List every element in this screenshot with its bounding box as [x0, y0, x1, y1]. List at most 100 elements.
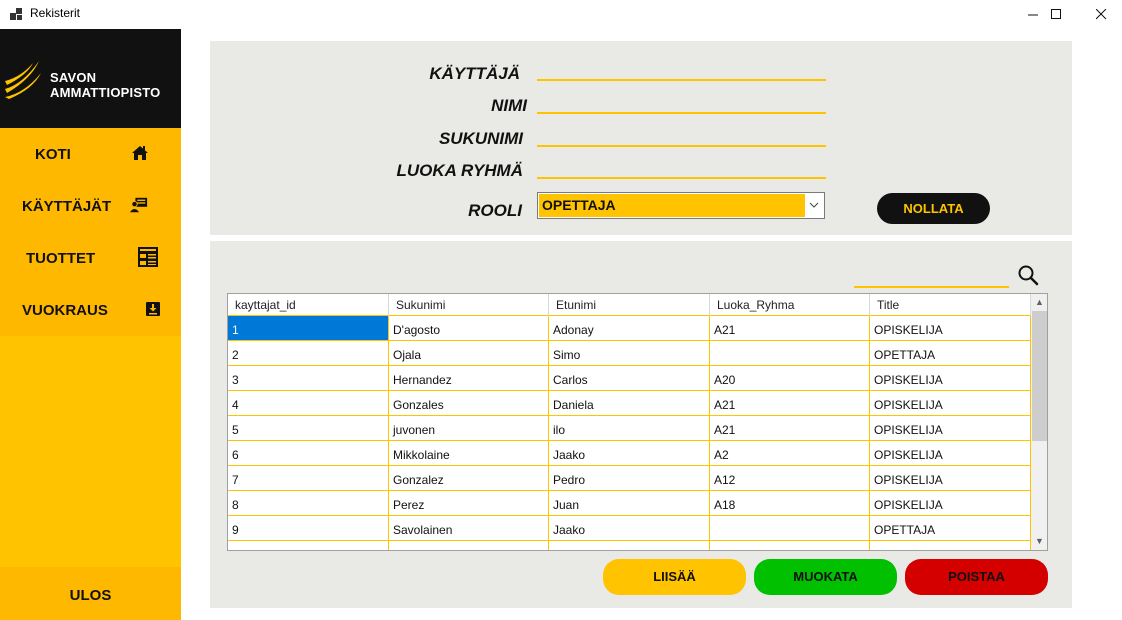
- cell-sukunimi[interactable]: juvonen: [389, 416, 549, 441]
- cell-id[interactable]: 9: [228, 516, 389, 541]
- cell-title[interactable]: OPISKELIJA: [870, 416, 1031, 441]
- scroll-down-icon[interactable]: ▼: [1031, 533, 1047, 550]
- column-header-etunimi[interactable]: Etunimi: [549, 294, 710, 316]
- sidebar-item-label: TUOTTET: [26, 250, 96, 267]
- cell-etunimi[interactable]: Daniela: [549, 391, 710, 416]
- cell-title[interactable]: OPISKELIJA: [870, 491, 1031, 516]
- cell-luoka-ryhma[interactable]: A21: [710, 316, 870, 341]
- cell-etunimi[interactable]: Carlos: [549, 366, 710, 391]
- users-table: kayttajat_id Sukunimi Etunimi Luoka_Ryhm…: [227, 293, 1048, 551]
- sidebar-item-kayttajat[interactable]: KÄYTTÄJÄT: [0, 180, 181, 232]
- table-row[interactable]: 2 Ojala Simo OPETTAJA: [228, 341, 1031, 366]
- maximize-button[interactable]: [1033, 0, 1079, 29]
- cell-luoka-ryhma[interactable]: A21: [710, 391, 870, 416]
- column-header-kayttajat-id[interactable]: kayttajat_id: [228, 294, 389, 316]
- sukunimi-underline: [537, 145, 826, 147]
- cell-luoka-ryhma[interactable]: A18: [710, 491, 870, 516]
- cell-luoka-ryhma[interactable]: [710, 516, 870, 541]
- cell-etunimi[interactable]: Adonay: [549, 316, 710, 341]
- table-row[interactable]: 3 Hernandez Carlos A20 OPISKELIJA: [228, 366, 1031, 391]
- reset-button[interactable]: NOLLATA: [877, 193, 990, 224]
- cell-id[interactable]: 2: [228, 341, 389, 366]
- logout-label: ULOS: [69, 587, 112, 604]
- cell-id[interactable]: 10: [228, 541, 389, 550]
- window-titlebar: Rekisterit: [0, 0, 1122, 29]
- table-row[interactable]: 1 D'agosto Adonay A21 OPISKELIJA: [228, 316, 1031, 341]
- table-scrollbar[interactable]: ▲ ▼: [1031, 294, 1047, 550]
- cell-title[interactable]: OPETTAJA: [870, 541, 1031, 550]
- cell-sukunimi[interactable]: Gonzalez: [389, 466, 549, 491]
- cell-sukunimi[interactable]: Gonzales: [389, 391, 549, 416]
- cell-sukunimi[interactable]: [389, 541, 549, 550]
- cell-title[interactable]: OPISKELIJA: [870, 466, 1031, 491]
- cell-sukunimi[interactable]: Hernandez: [389, 366, 549, 391]
- kayttaja-label: KÄYTTÄJÄ: [429, 64, 520, 83]
- cell-title[interactable]: OPETTAJA: [870, 341, 1031, 366]
- cell-title[interactable]: OPISKELIJA: [870, 391, 1031, 416]
- kayttaja-field[interactable]: [537, 60, 826, 80]
- sidebar-item-vuokraus[interactable]: VUOKRAUS: [0, 284, 181, 336]
- cell-luoka-ryhma[interactable]: A2: [710, 441, 870, 466]
- cell-id[interactable]: 3: [228, 366, 389, 391]
- cell-title[interactable]: OPETTAJA: [870, 516, 1031, 541]
- edit-button[interactable]: MUOKATA: [754, 559, 897, 595]
- table-row[interactable]: 5 juvonen ilo A21 OPISKELIJA: [228, 416, 1031, 441]
- download-icon: [146, 302, 160, 316]
- scrollbar-thumb[interactable]: [1032, 311, 1047, 441]
- rooli-selected-value: OPETTAJA: [539, 194, 805, 217]
- nimi-underline: [537, 112, 826, 114]
- search-input[interactable]: [854, 265, 1009, 285]
- close-window-button[interactable]: [1078, 0, 1122, 29]
- sukunimi-label: SUKUNIMI: [438, 129, 523, 148]
- table-row[interactable]: 7 Gonzalez Pedro A12 OPISKELIJA: [228, 466, 1031, 491]
- column-header-sukunimi[interactable]: Sukunimi: [389, 294, 549, 316]
- table-header: kayttajat_id Sukunimi Etunimi Luoka_Ryhm…: [228, 294, 1031, 316]
- search-icon[interactable]: [1017, 264, 1039, 286]
- maximize-icon: [1050, 9, 1061, 19]
- column-header-luoka-ryhma[interactable]: Luoka_Ryhma: [710, 294, 870, 316]
- luokka-ryhma-field[interactable]: [537, 156, 826, 176]
- add-button[interactable]: LIISÄÄ: [603, 559, 746, 595]
- cell-etunimi[interactable]: [549, 541, 710, 550]
- column-header-title[interactable]: Title: [870, 294, 1031, 316]
- cell-etunimi[interactable]: Jaako: [549, 516, 710, 541]
- cell-luoka-ryhma[interactable]: [710, 341, 870, 366]
- table-row[interactable]: 4 Gonzales Daniela A21 OPISKELIJA: [228, 391, 1031, 416]
- cell-title[interactable]: OPISKELIJA: [870, 316, 1031, 341]
- cell-luoka-ryhma[interactable]: A12: [710, 466, 870, 491]
- table-row[interactable]: 9 Savolainen Jaako OPETTAJA: [228, 516, 1031, 541]
- cell-id[interactable]: 5: [228, 416, 389, 441]
- cell-etunimi[interactable]: Jaako: [549, 441, 710, 466]
- cell-luoka-ryhma[interactable]: A20: [710, 366, 870, 391]
- sukunimi-field[interactable]: [537, 124, 826, 144]
- table-row[interactable]: 6 Mikkolaine Jaako A2 OPISKELIJA: [228, 441, 1031, 466]
- cell-id[interactable]: 8: [228, 491, 389, 516]
- cell-title[interactable]: OPISKELIJA: [870, 366, 1031, 391]
- cell-etunimi[interactable]: Simo: [549, 341, 710, 366]
- cell-sukunimi[interactable]: Mikkolaine: [389, 441, 549, 466]
- cell-id[interactable]: 6: [228, 441, 389, 466]
- rooli-select[interactable]: OPETTAJA: [537, 192, 825, 219]
- cell-title[interactable]: OPISKELIJA: [870, 441, 1031, 466]
- cell-sukunimi[interactable]: Perez: [389, 491, 549, 516]
- cell-id[interactable]: 7: [228, 466, 389, 491]
- delete-button[interactable]: POISTAA: [905, 559, 1048, 595]
- cell-sukunimi[interactable]: Ojala: [389, 341, 549, 366]
- cell-sukunimi[interactable]: Savolainen: [389, 516, 549, 541]
- cell-etunimi[interactable]: Pedro: [549, 466, 710, 491]
- cell-id[interactable]: 1: [228, 316, 389, 341]
- app-icon: [10, 8, 22, 20]
- table-row[interactable]: 10 OPETTAJA: [228, 541, 1031, 550]
- cell-luoka-ryhma[interactable]: A21: [710, 416, 870, 441]
- sidebar-item-tuottet[interactable]: TUOTTET: [0, 232, 181, 284]
- nimi-field[interactable]: [537, 92, 826, 112]
- cell-id[interactable]: 4: [228, 391, 389, 416]
- scroll-up-icon[interactable]: ▲: [1031, 294, 1047, 311]
- cell-etunimi[interactable]: ilo: [549, 416, 710, 441]
- cell-etunimi[interactable]: Juan: [549, 491, 710, 516]
- cell-luoka-ryhma[interactable]: [710, 541, 870, 550]
- sidebar-item-koti[interactable]: KOTI: [0, 128, 181, 180]
- logout-button[interactable]: ULOS: [0, 567, 181, 620]
- table-row[interactable]: 8 Perez Juan A18 OPISKELIJA: [228, 491, 1031, 516]
- cell-sukunimi[interactable]: D'agosto: [389, 316, 549, 341]
